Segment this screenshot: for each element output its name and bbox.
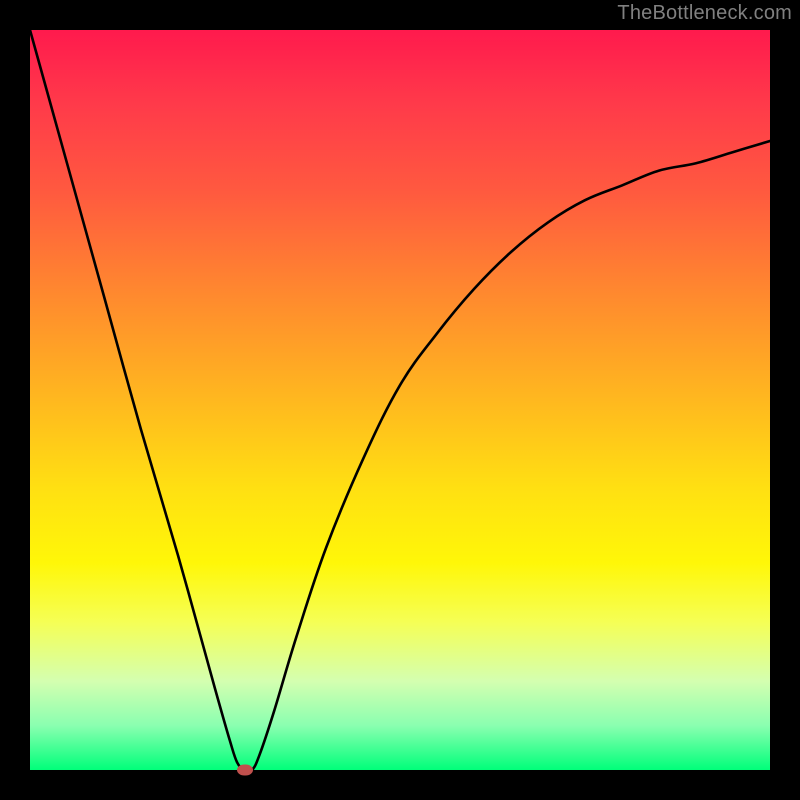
minimum-marker [237,765,253,776]
bottleneck-curve [30,30,770,770]
plot-area [30,30,770,770]
curve-path [30,30,770,772]
watermark-text: TheBottleneck.com [617,2,792,25]
chart-frame: TheBottleneck.com [0,0,800,800]
